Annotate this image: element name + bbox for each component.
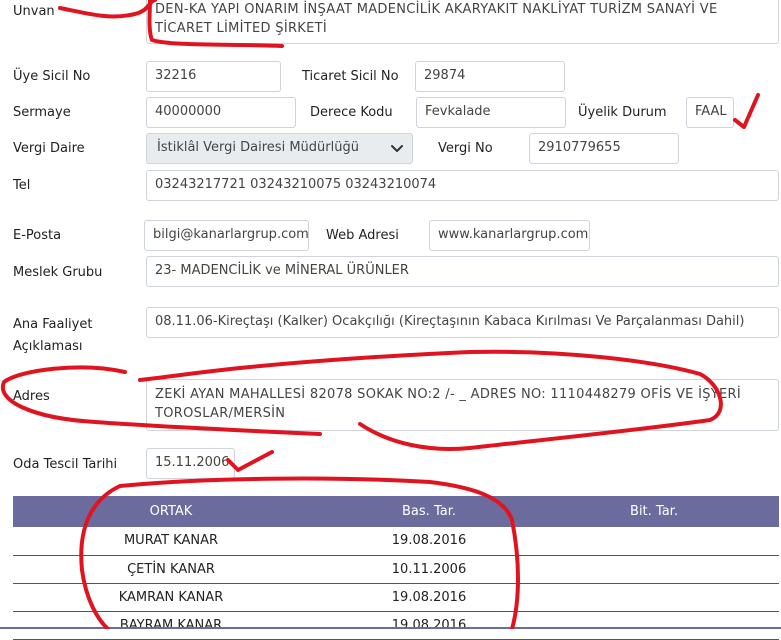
- eposta-label: E-Posta: [13, 228, 62, 243]
- partner-start-date: 10.11.2006: [329, 555, 529, 584]
- table-row: ÇETİN KANAR 10.11.2006: [13, 555, 779, 584]
- partner-name: ÇETİN KANAR: [13, 555, 329, 584]
- oda-tescil-label: Oda Tescil Tarihi: [13, 457, 118, 472]
- table-row: BAYRAM KANAR 19.08.2016: [13, 611, 779, 640]
- chevron-down-icon: [391, 145, 403, 152]
- partner-end-date: [529, 611, 779, 640]
- table-row: MURAT KANAR 19.08.2016: [13, 527, 779, 556]
- eposta-field[interactable]: bilgi@kanarlargrup.com: [144, 220, 309, 251]
- sermaye-label: Sermaye: [13, 105, 71, 120]
- vergi-no-field[interactable]: 2910779655: [529, 133, 679, 164]
- unvan-field[interactable]: DEN-KA YAPI ONARIM İNŞAAT MADENCİLİK AKA…: [146, 0, 779, 44]
- tel-field[interactable]: 03243217721 03243210075 03243210074: [146, 170, 779, 201]
- meslek-grubu-field[interactable]: 23- MADENCİLİK ve MİNERAL ÜRÜNLER: [146, 256, 779, 287]
- partner-name: KAMRAN KANAR: [13, 583, 329, 612]
- column-header-bas-tar: Bas. Tar.: [329, 496, 529, 527]
- uyelik-durum-label: Üyelik Durum: [578, 105, 667, 120]
- partners-table: ORTAK Bas. Tar. Bit. Tar. MURAT KANAR 19…: [13, 496, 779, 640]
- partner-end-date: [529, 583, 779, 612]
- ticaret-sicil-label: Ticaret Sicil No: [302, 69, 399, 84]
- oda-tescil-field[interactable]: 15.11.2006: [146, 448, 235, 479]
- web-adresi-label: Web Adresi: [326, 228, 399, 243]
- ana-faaliyet-label: Ana Faaliyet Açıklaması: [13, 317, 93, 354]
- uyelik-durum-field[interactable]: FAAL: [686, 97, 734, 128]
- partners-header-row: ORTAK Bas. Tar. Bit. Tar.: [13, 496, 779, 527]
- derece-kodu-label: Derece Kodu: [310, 105, 393, 120]
- unvan-label: Unvan: [13, 4, 55, 19]
- derece-kodu-field[interactable]: Fevkalade: [416, 97, 566, 128]
- ticaret-sicil-field[interactable]: 29874: [415, 61, 565, 92]
- partner-end-date: [529, 555, 779, 584]
- adres-label: Adres: [13, 389, 50, 404]
- partner-start-date: 19.08.2016: [329, 527, 529, 556]
- sermaye-field[interactable]: 40000000: [146, 97, 296, 128]
- column-header-ortak: ORTAK: [13, 496, 329, 527]
- adres-field[interactable]: ZEKİ AYAN MAHALLESİ 82078 SOKAK NO:2 /- …: [146, 379, 779, 431]
- partner-name: BAYRAM KANAR: [13, 611, 329, 640]
- vergi-daire-label: Vergi Daire: [13, 141, 85, 156]
- meslek-grubu-label: Meslek Grubu: [13, 265, 103, 280]
- partner-name: MURAT KANAR: [13, 527, 329, 556]
- partner-start-date: 19.08.2016: [329, 583, 529, 612]
- faal-check-mark: [733, 93, 760, 129]
- partner-end-date: [529, 527, 779, 556]
- web-adresi-field[interactable]: www.kanarlargrup.com: [429, 220, 590, 251]
- partner-start-date: 19.08.2016: [329, 611, 529, 640]
- vergi-daire-select-value: İstiklâl Vergi Dairesi Müdürlüğü: [157, 140, 359, 155]
- uye-sicil-field[interactable]: 32216: [146, 61, 281, 92]
- table-row: KAMRAN KANAR 19.08.2016: [13, 583, 779, 612]
- tel-label: Tel: [13, 178, 31, 193]
- uye-sicil-label: Üye Sicil No: [13, 69, 91, 84]
- vergi-no-label: Vergi No: [438, 141, 493, 156]
- ana-faaliyet-field[interactable]: 08.11.06-Kireçtaşı (Kalker) Ocakçılığı (…: [146, 307, 779, 338]
- vergi-daire-select[interactable]: İstiklâl Vergi Dairesi Müdürlüğü: [146, 133, 413, 164]
- column-header-bit-tar: Bit. Tar.: [529, 496, 779, 527]
